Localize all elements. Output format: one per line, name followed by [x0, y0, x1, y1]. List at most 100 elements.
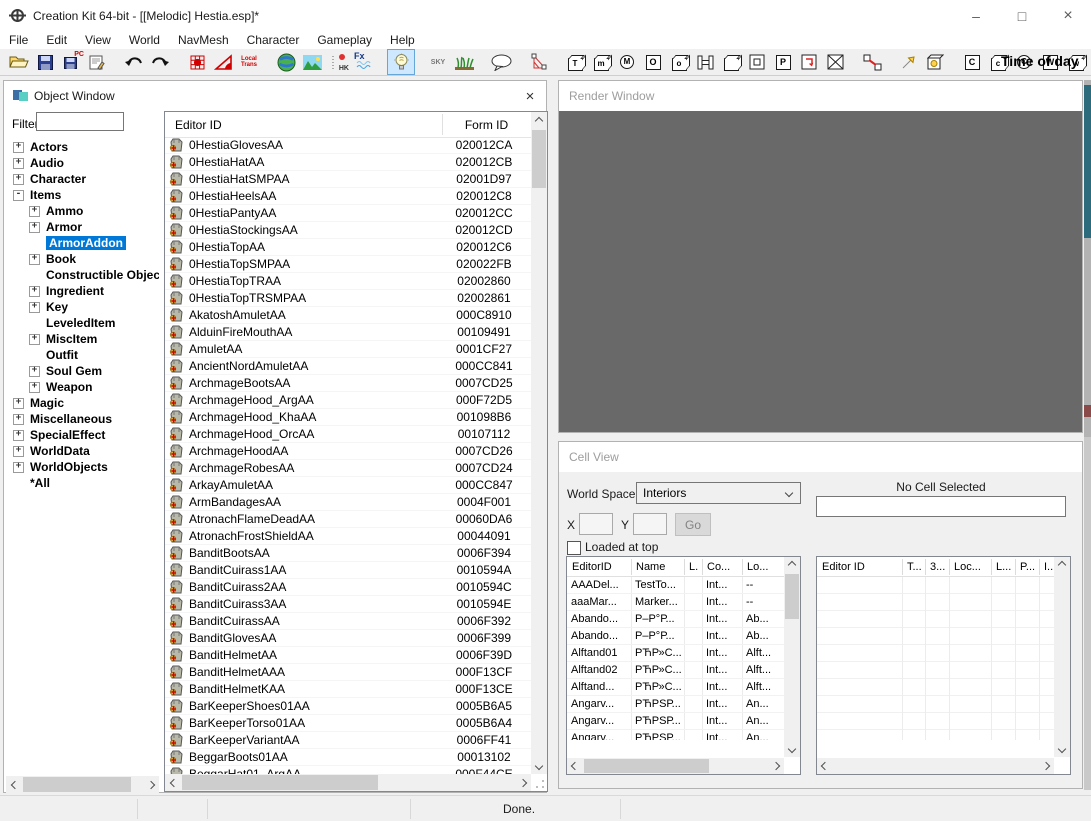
expand-icon[interactable]: +: [13, 414, 24, 425]
scroll-up-icon[interactable]: [784, 557, 800, 573]
object-list-row[interactable]: BarKeeperTorso01AA 0005B6A4: [165, 715, 531, 732]
object-list-row[interactable]: AtronachFlameDeadAA 00060DA6: [165, 511, 531, 528]
scroll-down-icon[interactable]: [784, 741, 800, 757]
scroll-left-icon[interactable]: [817, 758, 833, 774]
tree-item-miscellaneous[interactable]: +Miscellaneous: [6, 411, 159, 427]
expand-icon[interactable]: +: [29, 334, 40, 345]
scroll-down-icon[interactable]: [531, 757, 547, 774]
menu-item[interactable]: NavMesh: [169, 32, 238, 49]
scrollbar-thumb[interactable]: [584, 759, 709, 773]
render-viewport[interactable]: [559, 111, 1082, 432]
havok-icon[interactable]: HK: [325, 50, 351, 74]
object-list-row[interactable]: AlduinFireMouthAA 00109491: [165, 324, 531, 341]
collapse-icon[interactable]: -: [13, 190, 24, 201]
scroll-up-icon[interactable]: [1054, 557, 1070, 573]
expand-icon[interactable]: +: [29, 286, 40, 297]
cell-list-hscrollbar[interactable]: [567, 758, 784, 774]
object-list-row[interactable]: ArmBandagesAA 0004F001: [165, 494, 531, 511]
crossed-box-icon[interactable]: [822, 50, 848, 74]
tree-item-worldobjects[interactable]: +WorldObjects: [6, 459, 159, 475]
light-toggle-icon[interactable]: [388, 50, 414, 74]
tree-item-weapon[interactable]: +Weapon: [6, 379, 159, 395]
column-header[interactable]: Editor ID: [822, 561, 900, 573]
cell-row[interactable]: Angarv... РЋРSР... Int... An...: [567, 696, 785, 713]
maximize-button[interactable]: □: [999, 0, 1045, 32]
column-header[interactable]: Loc...: [954, 561, 992, 573]
menu-item[interactable]: View: [76, 32, 120, 49]
save-pc-icon[interactable]: PC: [58, 50, 84, 74]
tree-item-outfit[interactable]: Outfit: [6, 347, 159, 363]
landscape-icon[interactable]: [299, 50, 325, 74]
tree-item-all[interactable]: *All: [6, 475, 159, 491]
object-list-row[interactable]: ArchmageHood_ArgAA 000F72D5: [165, 392, 531, 409]
object-list-row[interactable]: BanditCuirass2AA 0010594C: [165, 579, 531, 596]
scroll-right-icon[interactable]: [142, 776, 159, 793]
column-header-editor-id[interactable]: Editor ID: [175, 118, 222, 132]
sky-icon[interactable]: SKY: [425, 50, 451, 74]
object-list-row[interactable]: BanditHelmetKAA 000F13CE: [165, 681, 531, 698]
filter-input[interactable]: [36, 112, 124, 131]
menu-item[interactable]: Edit: [37, 32, 76, 49]
cell-row[interactable]: Alftand01 РЋР»С... Int... Alft...: [567, 645, 785, 662]
box-m-icon[interactable]: m: [588, 50, 614, 74]
dialogue-icon[interactable]: [488, 50, 514, 74]
column-header[interactable]: T...: [907, 561, 927, 573]
expand-icon[interactable]: +: [29, 302, 40, 313]
scroll-left-icon[interactable]: [165, 774, 182, 791]
tree-item-specialeffect[interactable]: +SpecialEffect: [6, 427, 159, 443]
expand-icon[interactable]: +: [13, 158, 24, 169]
expand-icon[interactable]: +: [29, 254, 40, 265]
scrollbar-thumb[interactable]: [532, 130, 546, 188]
menu-item[interactable]: File: [0, 32, 37, 49]
object-list-row[interactable]: AncientNordAmuletAA 000CC841: [165, 358, 531, 375]
world-space-dropdown[interactable]: Interiors: [636, 482, 801, 504]
expand-icon[interactable]: +: [13, 462, 24, 473]
menu-item[interactable]: Gameplay: [308, 32, 381, 49]
object-list-hscrollbar[interactable]: [165, 774, 531, 791]
minimize-button[interactable]: –: [953, 0, 999, 32]
menu-item[interactable]: World: [120, 32, 169, 49]
grass-icon[interactable]: [451, 50, 477, 74]
tree-item-character[interactable]: +Character: [6, 171, 159, 187]
ref-list-hscrollbar[interactable]: [817, 758, 1054, 774]
cell-list-vscrollbar[interactable]: [784, 557, 800, 757]
column-header[interactable]: P...: [1020, 561, 1040, 573]
cell-filter-input[interactable]: [816, 496, 1066, 517]
object-list-vscrollbar[interactable]: [531, 112, 547, 774]
object-list-row[interactable]: BarKeeperVariantAA 0006FF41: [165, 732, 531, 749]
column-header[interactable]: Co...: [707, 561, 740, 573]
expand-icon[interactable]: +: [29, 366, 40, 377]
scroll-right-icon[interactable]: [768, 758, 784, 774]
letter-c-icon[interactable]: C: [959, 50, 985, 74]
object-list-row[interactable]: ArchmageBootsAA 0007CD25: [165, 375, 531, 392]
tree-item-soul-gem[interactable]: +Soul Gem: [6, 363, 159, 379]
water-fx-icon[interactable]: Fx: [351, 50, 377, 74]
tree-item-ammo[interactable]: +Ammo: [6, 203, 159, 219]
object-list-row[interactable]: 0HestiaTopSMPAA 020022FB: [165, 256, 531, 273]
expand-icon[interactable]: [29, 350, 40, 361]
scroll-left-icon[interactable]: [567, 758, 583, 774]
scrollbar-thumb[interactable]: [182, 775, 378, 790]
menu-item[interactable]: Character: [238, 32, 309, 49]
circle-m-icon[interactable]: M: [614, 50, 640, 74]
snap-angle-icon[interactable]: [210, 50, 236, 74]
object-list-row[interactable]: 0HestiaPantyAA 020012CC: [165, 205, 531, 222]
object-list-row[interactable]: 0HestiaTopTRSMPAA 02002861: [165, 290, 531, 307]
column-header[interactable]: L...: [996, 561, 1016, 573]
cell-row[interactable]: Abando... Р–Р°Р... Int... Ab...: [567, 611, 785, 628]
expand-icon[interactable]: +: [29, 382, 40, 393]
scroll-up-icon[interactable]: [531, 112, 547, 129]
object-list-row[interactable]: BanditCuirass3AA 0010594E: [165, 596, 531, 613]
object-list-row[interactable]: 0HestiaTopTRAA 02002860: [165, 273, 531, 290]
object-list-row[interactable]: 0HestiaGlovesAA 020012CA: [165, 137, 531, 154]
tree-item-constructible-object[interactable]: Constructible Object: [6, 267, 159, 283]
column-header[interactable]: L.: [689, 561, 703, 573]
menu-item[interactable]: Help: [381, 32, 424, 49]
cell-row[interactable]: Angarv... РЋРSР... Int... An...: [567, 730, 785, 740]
expand-icon[interactable]: [29, 238, 40, 249]
cube-icon[interactable]: [718, 50, 744, 74]
cell-row[interactable]: AAADel... TestTo... Int... --: [567, 577, 785, 594]
light-box-icon[interactable]: [922, 50, 948, 74]
ref-list-vscrollbar[interactable]: [1054, 557, 1070, 757]
object-list-row[interactable]: BanditGlovesAA 0006F399: [165, 630, 531, 647]
